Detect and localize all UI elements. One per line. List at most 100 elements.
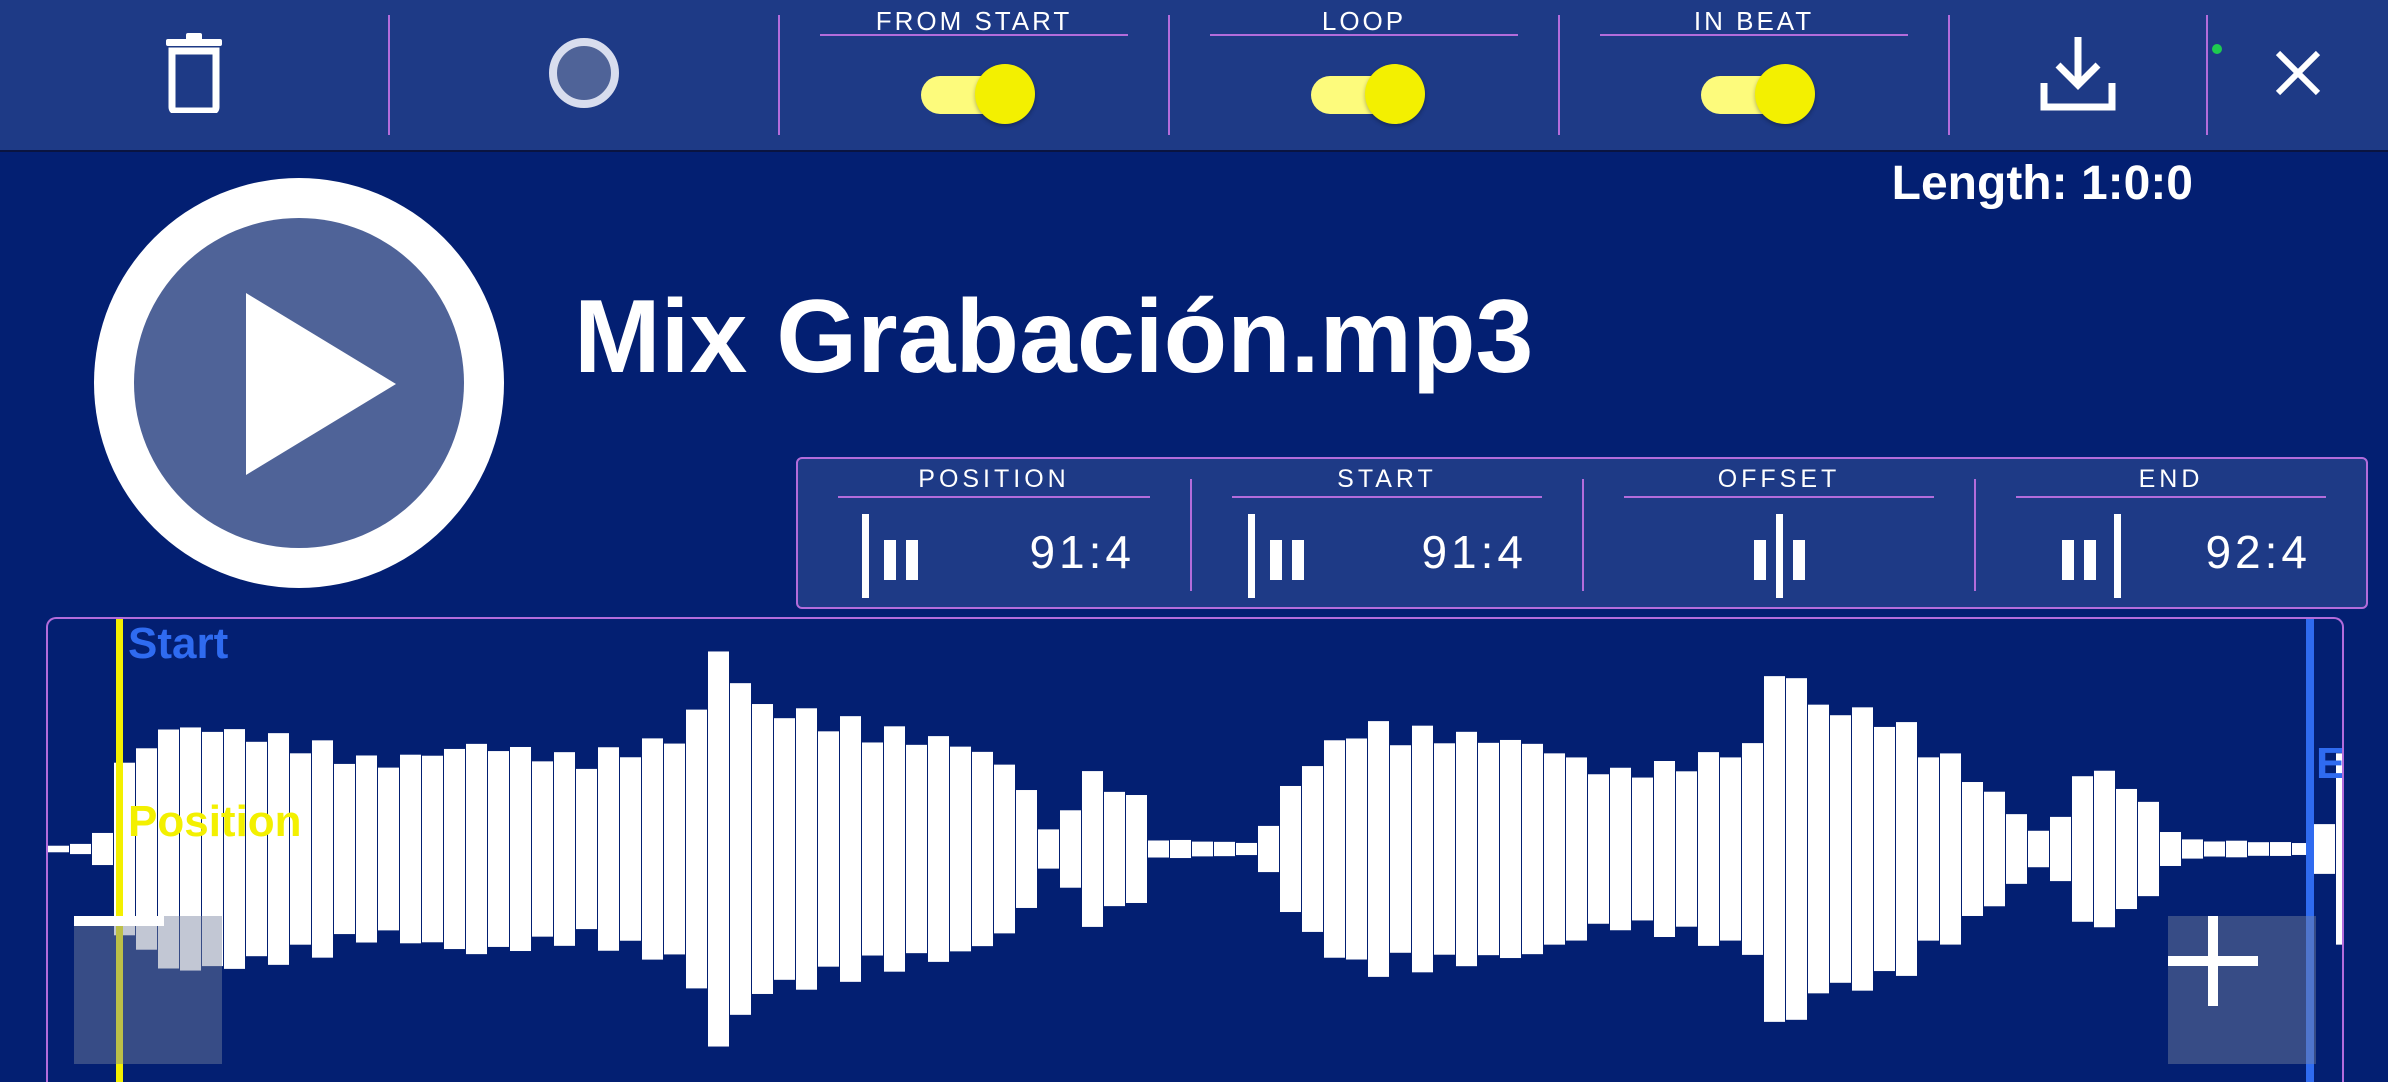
record-button[interactable] [390, 0, 778, 150]
waveform-bar [356, 755, 377, 943]
waveform-bar [774, 718, 795, 980]
waveform-bar [2248, 842, 2269, 856]
toggle-underline [1600, 34, 1908, 36]
waveform-bar [1698, 752, 1719, 946]
track-title: Mix Grabación.mp3 [574, 279, 1534, 395]
waveform-bar [906, 744, 927, 954]
waveform-bar [48, 845, 69, 853]
waveform-bar [1082, 771, 1103, 927]
waveform-bar [1412, 725, 1433, 973]
play-icon [246, 293, 396, 479]
waveform-bar [928, 736, 949, 962]
waveform-bar [2006, 814, 2027, 884]
position-label: POSITION [918, 465, 1070, 493]
waveform-bar [1390, 745, 1411, 953]
waveform-bar [1830, 715, 1851, 983]
delete-button[interactable] [0, 0, 388, 150]
center-bar-marker-icon [1754, 514, 1806, 602]
end-label: END [2138, 465, 2204, 493]
waveform-bar [664, 743, 685, 955]
waveform-bar [1148, 840, 1169, 858]
waveform-bar [554, 752, 575, 946]
waveform-bar [620, 757, 641, 941]
waveform-bar [1126, 795, 1147, 903]
waveform-bar [2094, 770, 2115, 928]
waveform-bar [334, 763, 355, 935]
waveform-bar [1654, 761, 1675, 937]
waveform-bar [950, 746, 971, 952]
waveform-bar [1500, 739, 1521, 959]
waveform-bar [510, 746, 531, 952]
waveform-bar [1104, 791, 1125, 907]
waveform-bar [686, 709, 707, 989]
waveform-bar [1566, 757, 1587, 941]
waveform-graphic [48, 651, 2342, 1047]
from-start-switch[interactable] [913, 64, 1035, 124]
waveform-bar [642, 738, 663, 960]
waveform-bar [2314, 824, 2335, 874]
waveform-bar [1170, 839, 1191, 859]
in-beat-label: IN BEAT [1693, 6, 1815, 36]
trash-icon [164, 33, 224, 117]
zoom-out-button[interactable] [74, 916, 222, 1064]
waveform-bar [972, 751, 993, 947]
waveform-bar [576, 768, 597, 930]
loop-label: LOOP [1321, 6, 1407, 36]
waveform-bar [2116, 788, 2137, 910]
top-toolbar: FROM START LOOP IN BEAT [0, 0, 2388, 152]
waveform-bar [598, 747, 619, 951]
waveform-bar [312, 740, 333, 958]
waveform-bar [2270, 842, 2291, 856]
waveform-bar [400, 754, 421, 944]
from-start-label: FROM START [875, 6, 1073, 36]
waveform-bar [1632, 777, 1653, 921]
waveform-bar [1874, 726, 1895, 972]
position-value: 91:4 [1029, 526, 1135, 578]
loop-switch[interactable] [1303, 64, 1425, 124]
waveform-bar [2072, 776, 2093, 922]
waveform-bar [2138, 801, 2159, 897]
waveform-bar [2028, 830, 2049, 868]
waveform-bar [994, 764, 1015, 934]
waveform-bar [1434, 743, 1455, 955]
waveform-bar [1918, 757, 1939, 941]
waveform-bar [2182, 839, 2203, 859]
marker-underline [838, 496, 1150, 498]
track-length: Length: 1:0:0 [1891, 157, 2193, 210]
in-beat-toggle-group: IN BEAT [1560, 0, 1948, 150]
toggle-underline [820, 34, 1128, 36]
download-button[interactable] [1950, 0, 2206, 150]
position-marker[interactable]: POSITION 91:4 [798, 459, 1190, 607]
waveform-bar [1478, 742, 1499, 956]
waveform-bar [1016, 790, 1037, 908]
start-marker[interactable]: START 91:4 [1192, 459, 1582, 607]
play-button[interactable] [94, 178, 504, 588]
waveform-bar [1808, 704, 1829, 994]
toggle-underline [1210, 34, 1518, 36]
waveform-bar [1764, 676, 1785, 1022]
waveform-bar [246, 741, 267, 957]
end-marker-label: E [2316, 739, 2344, 788]
zoom-in-button[interactable] [2168, 916, 2316, 1064]
waveform-bar [1346, 738, 1367, 960]
waveform-bar [1588, 774, 1609, 924]
waveform-bar [1676, 771, 1697, 927]
waveform-bar [70, 843, 91, 855]
waveform-bar [92, 832, 113, 866]
end-value: 92:4 [2205, 526, 2311, 578]
marker-panel: POSITION 91:4 START 91:4 OFFSET END 92:4 [796, 457, 2368, 609]
waveform-bar [708, 651, 729, 1047]
end-marker[interactable]: END 92:4 [1976, 459, 2366, 607]
marker-underline [1232, 496, 1542, 498]
offset-label: OFFSET [1717, 465, 1841, 493]
close-button[interactable] [2208, 0, 2388, 150]
waveform-bar [796, 708, 817, 990]
position-marker-label: Position [128, 797, 302, 846]
waveform-bar [1522, 743, 1543, 955]
offset-marker[interactable]: OFFSET [1584, 459, 1974, 607]
waveform-view[interactable]: Start Position E [46, 617, 2344, 1082]
waveform-bar [466, 743, 487, 955]
waveform-bar [1214, 841, 1235, 857]
waveform-bar [532, 761, 553, 937]
in-beat-switch[interactable] [1693, 64, 1815, 124]
